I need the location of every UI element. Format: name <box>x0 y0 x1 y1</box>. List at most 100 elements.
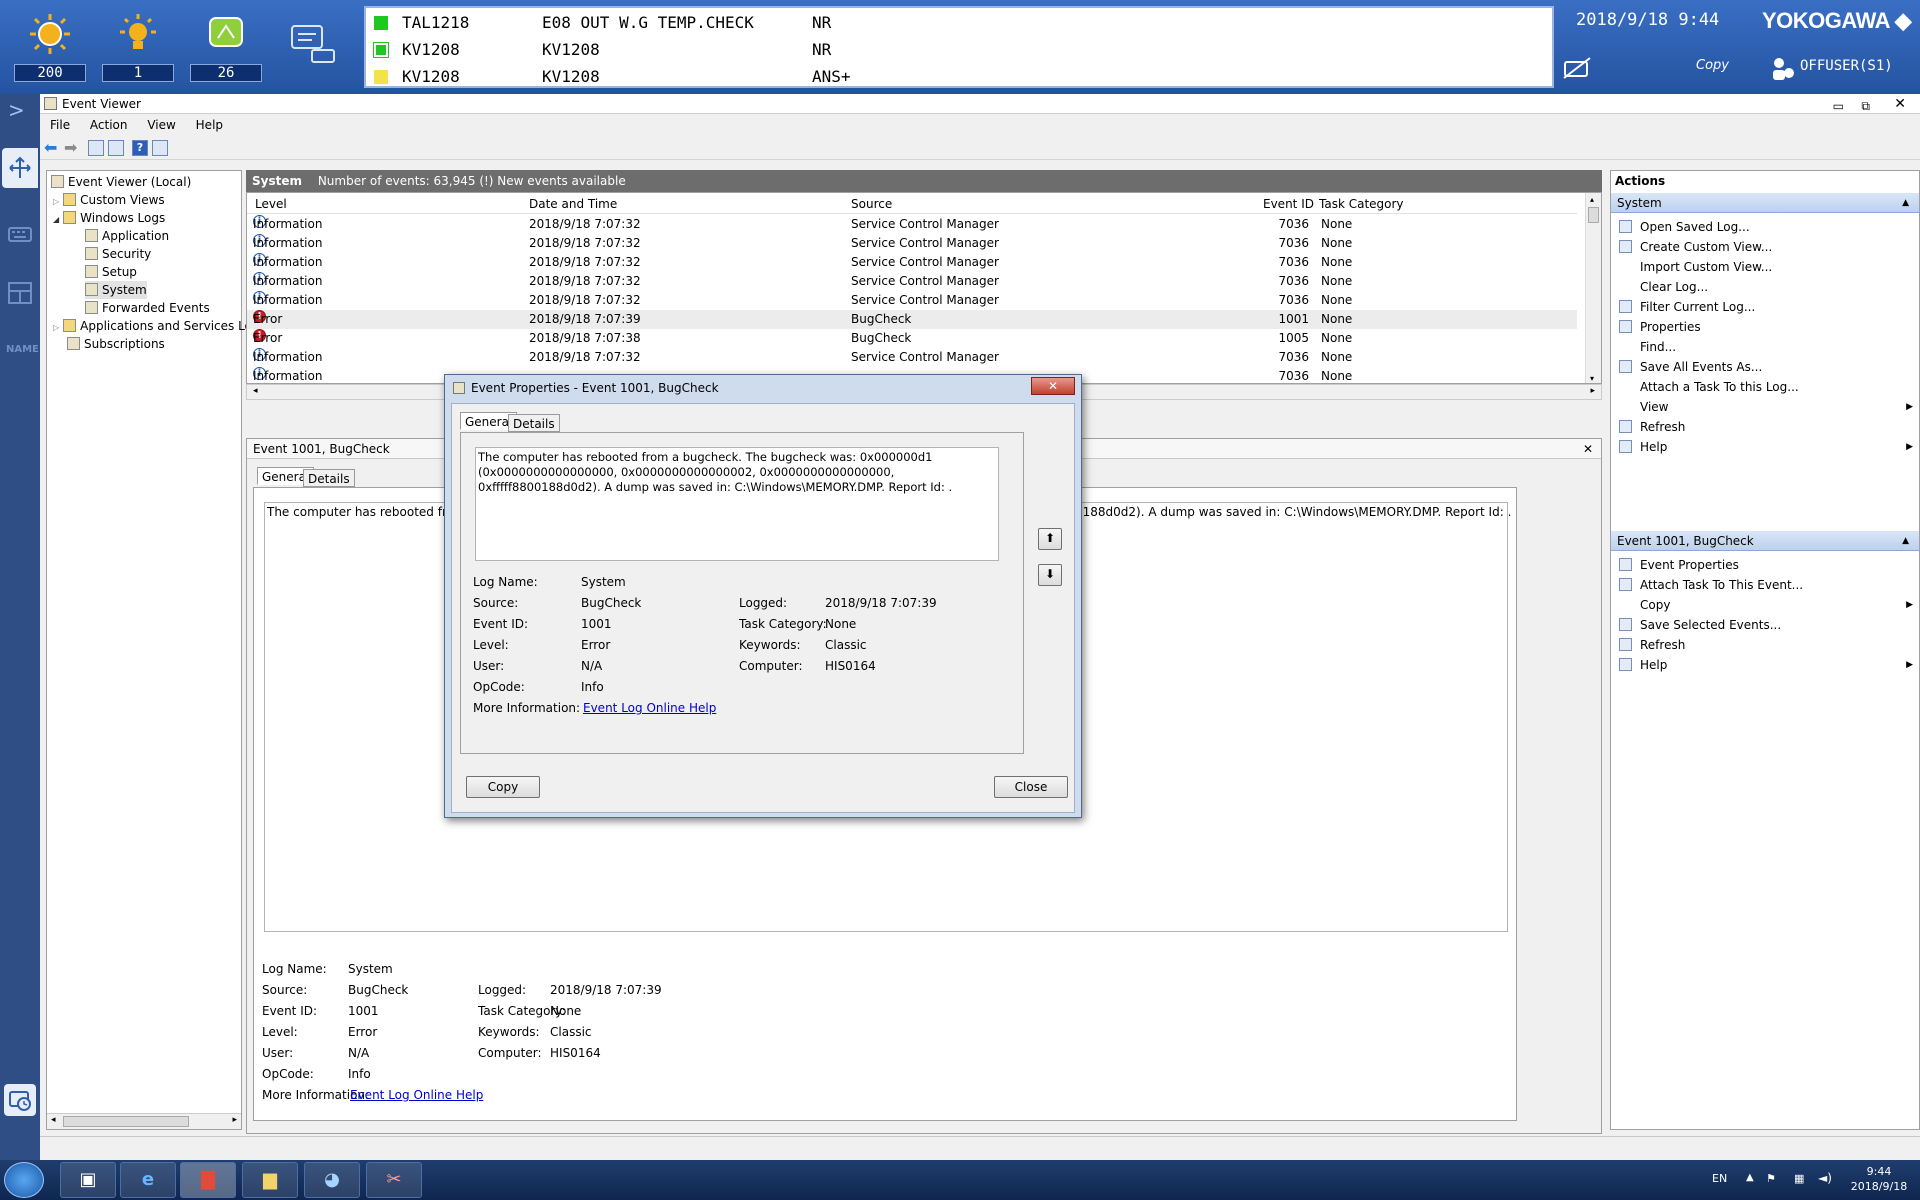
message-row[interactable]: KV1208 KV1208 NR <box>366 37 1552 63</box>
scroll-left-icon[interactable]: ◂ <box>51 1115 56 1125</box>
tree-item-event-viewer-local[interactable]: Event Viewer (Local) <box>51 173 191 191</box>
action-item[interactable]: Help ▶ <box>1619 655 1915 675</box>
message-row[interactable]: KV1208 KV1208 ANS+ <box>366 64 1552 90</box>
actions-section-system[interactable]: System ▲ <box>1611 193 1919 213</box>
minimize-button[interactable]: ▭ <box>1833 96 1844 116</box>
tree-item-custom-views[interactable]: ▷ Custom Views <box>53 191 165 209</box>
taskbar-snipping[interactable]: ✂ <box>366 1162 422 1198</box>
tree-item-subscriptions[interactable]: Subscriptions <box>67 335 165 353</box>
tree-item-windows-logs[interactable]: ◢ Windows Logs <box>53 209 165 227</box>
tree-item-security[interactable]: Security <box>85 245 151 263</box>
scroll-thumb[interactable] <box>63 1116 189 1127</box>
no-camera-icon[interactable] <box>1562 56 1592 80</box>
show-hidden-icons[interactable]: ▲ <box>1746 1172 1754 1183</box>
language-indicator[interactable]: EN <box>1712 1172 1727 1185</box>
scroll-down-icon[interactable]: ▾ <box>1590 374 1594 383</box>
taskbar-internet-explorer[interactable]: e <box>120 1162 176 1198</box>
menu-view[interactable]: View <box>147 118 175 132</box>
system-clock[interactable]: 9:44 2018/9/18 <box>1844 1164 1914 1194</box>
keyboard-icon[interactable] <box>8 224 32 244</box>
user-name[interactable]: OFFUSER(S1) <box>1800 58 1893 74</box>
process-alarm-tile[interactable]: 200 <box>8 6 92 82</box>
previous-event-button[interactable]: ⬆ <box>1038 528 1062 550</box>
table-row[interactable]: i Information 2018/9/18 7:07:32 Service Con… <box>247 234 1577 253</box>
table-row[interactable]: ! Error 2018/9/18 7:07:38 BugCheck 1005 None <box>247 329 1577 348</box>
action-item[interactable]: Attach Task To This Event... <box>1619 575 1915 595</box>
collapse-up-icon[interactable]: ▲ <box>1902 193 1909 213</box>
action-item[interactable]: Create Custom View... <box>1619 237 1915 257</box>
window-title-bar[interactable]: Event Viewer ▭ ⧉ ✕ <box>40 94 1920 114</box>
taskbar-event-viewer[interactable]: ▇ <box>180 1162 236 1198</box>
action-item[interactable]: Refresh <box>1619 635 1915 655</box>
action-item[interactable]: Help ▶ <box>1619 437 1915 457</box>
scroll-up-icon[interactable]: ▴ <box>1590 195 1594 204</box>
dialog-message-box[interactable]: The computer has rebooted from a bugchec… <box>475 447 999 561</box>
expand-triangle-icon[interactable]: ▷ <box>53 323 59 332</box>
forward-arrow-icon[interactable]: ➡ <box>64 138 77 157</box>
dialog-close-btn[interactable]: Close <box>994 776 1068 798</box>
table-row[interactable]: i Information 2018/9/18 7:07:32 Service Con… <box>247 272 1577 291</box>
taskbar-app-window[interactable]: ▣ <box>60 1162 116 1198</box>
show-tree-icon[interactable] <box>108 140 124 156</box>
column-source[interactable]: Source <box>851 195 892 213</box>
scroll-right-icon[interactable]: ▸ <box>1590 386 1595 396</box>
maximize-button[interactable]: ⧉ <box>1861 96 1870 116</box>
scroll-right-icon[interactable]: ▸ <box>232 1115 237 1125</box>
table-row[interactable]: i Information 2018/9/18 7:07:32 Service Con… <box>247 291 1577 310</box>
actions-section-event[interactable]: Event 1001, BugCheck ▲ <box>1611 531 1919 551</box>
expand-icon[interactable]: > <box>8 98 25 122</box>
up-folder-icon[interactable] <box>88 140 104 156</box>
action-item[interactable]: Filter Current Log... <box>1619 297 1915 317</box>
next-event-button[interactable]: ⬇ <box>1038 564 1062 586</box>
close-detail-icon[interactable]: ✕ <box>1583 439 1593 459</box>
taskbar-paint[interactable]: ◕ <box>304 1162 360 1198</box>
volume-icon[interactable]: ◄) <box>1818 1171 1832 1185</box>
table-row[interactable]: i Information 2018/9/18 7:07:32 Service Con… <box>247 348 1577 367</box>
name-label[interactable]: NAME <box>6 344 39 355</box>
tree-item-system[interactable]: System <box>85 281 147 299</box>
expand-triangle-icon[interactable]: ▷ <box>53 197 59 206</box>
dialog-online-help-link[interactable]: Event Log Online Help <box>583 701 716 715</box>
action-item[interactable]: View ▶ <box>1619 397 1915 417</box>
action-item[interactable]: Properties <box>1619 317 1915 337</box>
network-icon[interactable]: ▦ <box>1794 1172 1804 1185</box>
tree-horizontal-scrollbar[interactable]: ◂ ▸ <box>47 1113 241 1129</box>
list-vertical-scrollbar[interactable]: ▴ ▾ <box>1585 193 1601 383</box>
action-item[interactable]: Save Selected Events... <box>1619 615 1915 635</box>
collapse-triangle-icon[interactable]: ◢ <box>53 215 59 224</box>
operator-guide-tile[interactable]: 26 <box>184 6 268 82</box>
system-status-icon[interactable] <box>288 22 340 68</box>
scroll-left-icon[interactable]: ◂ <box>253 386 258 396</box>
scroll-thumb[interactable] <box>1588 207 1599 223</box>
column-task-category[interactable]: Task Category <box>1319 195 1404 213</box>
close-window-button[interactable]: ✕ <box>1894 94 1906 114</box>
action-item[interactable]: Import Custom View... <box>1619 257 1915 277</box>
column-event-id[interactable]: Event ID <box>1263 195 1314 213</box>
message-panel[interactable]: TAL1218 E08 OUT W.G TEMP.CHECK NR KV1208… <box>364 6 1554 88</box>
event-log-online-help-link[interactable]: Event Log Online Help <box>350 1088 483 1102</box>
action-item[interactable]: Attach a Task To this Log... <box>1619 377 1915 397</box>
collapse-up-icon[interactable]: ▲ <box>1902 531 1909 551</box>
back-arrow-icon[interactable]: ⬅ <box>44 138 57 157</box>
action-item[interactable]: Copy ▶ <box>1619 595 1915 615</box>
copy-button[interactable]: Copy <box>1696 58 1729 73</box>
message-row[interactable]: TAL1218 E08 OUT W.G TEMP.CHECK NR <box>366 10 1552 36</box>
taskbar-file-explorer[interactable]: ▆ <box>242 1162 298 1198</box>
column-level[interactable]: Level <box>255 195 287 213</box>
help-icon[interactable]: ? <box>132 140 148 156</box>
start-button[interactable] <box>4 1162 44 1198</box>
action-item[interactable]: Clear Log... <box>1619 277 1915 297</box>
tree-item-application[interactable]: Application <box>85 227 169 245</box>
menu-help[interactable]: Help <box>196 118 223 132</box>
action-item[interactable]: Save All Events As... <box>1619 357 1915 377</box>
dialog-tab-details[interactable]: Details <box>508 414 560 432</box>
menu-file[interactable]: File <box>50 118 70 132</box>
tree-item-applications-services[interactable]: ▷ Applications and Services Lo <box>53 317 252 335</box>
navigation-icon[interactable] <box>2 148 38 188</box>
table-row[interactable]: ! Error 2018/9/18 7:07:39 BugCheck 1001 None <box>247 310 1577 329</box>
table-row[interactable]: i Information 2018/9/18 7:07:32 Service Con… <box>247 253 1577 272</box>
tab-details[interactable]: Details <box>303 469 355 487</box>
dialog-title-bar[interactable]: Event Properties - Event 1001, BugCheck <box>445 375 1081 401</box>
menu-action[interactable]: Action <box>90 118 128 132</box>
dialog-close-button[interactable]: ✕ <box>1031 377 1075 395</box>
